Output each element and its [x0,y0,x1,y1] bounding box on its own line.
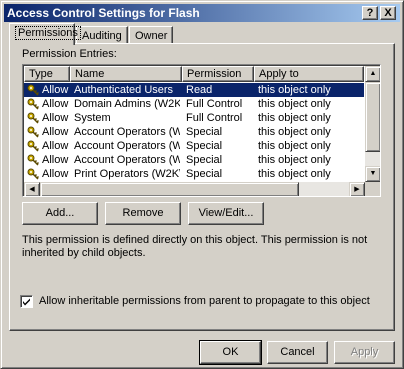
tab-permissions[interactable]: Permissions [9,23,81,45]
permission-entries-list[interactable]: Type Name Permission Apply to Allow Authe… [22,64,381,197]
row-name: System [74,112,111,124]
scroll-down-icon[interactable]: ▼ [365,166,380,182]
apply-button: Apply [334,341,395,364]
access-control-dialog: Access Control Settings for Flash ? X Pe… [0,0,404,369]
add-button[interactable]: Add... [22,202,98,225]
tab-permissions-label: Permissions [15,26,81,40]
column-header-name[interactable]: Name [70,66,182,82]
scroll-up-icon[interactable]: ▲ [365,66,380,82]
table-row[interactable]: Allow Domain Admins (W2K\... Full Control t… [24,97,364,111]
row-type: Allow [42,112,69,124]
table-row[interactable]: Allow Account Operators (W2... Special this… [24,139,364,153]
row-type: Allow [42,126,69,138]
row-permission: Special [186,168,223,180]
key-icon [27,140,39,152]
vertical-scroll-thumb[interactable] [365,82,380,152]
add-button-label: Add... [45,207,75,219]
row-type: Allow [42,98,69,110]
remove-button[interactable]: Remove [105,202,181,225]
row-apply-to: this object only [258,126,331,138]
row-permission: Special [186,140,223,152]
inherit-checkbox-label[interactable]: Allow inheritable permissions from paren… [39,295,370,307]
row-permission: Full Control [186,98,243,110]
row-name: Authenticated Users [74,84,174,96]
tab-owner-label: Owner [135,30,168,42]
table-row[interactable]: Allow Account Operators (W2... Special this… [24,125,364,139]
key-icon [27,154,39,166]
table-row[interactable]: Allow Print Operators (W2K\P... Special thi… [24,167,364,181]
row-apply-to: this object only [258,98,331,110]
help-button[interactable]: ? [362,6,378,20]
key-icon [27,98,39,110]
key-icon [27,126,39,138]
row-apply-to: this object only [258,84,331,96]
row-permission: Read [186,84,213,96]
key-icon [27,84,39,96]
row-name: Account Operators (W2... [74,154,180,166]
column-header-type[interactable]: Type [24,66,70,82]
permission-description: This permission is defined directly on t… [22,234,368,259]
row-apply-to: this object only [258,154,331,166]
close-button[interactable]: X [380,6,396,20]
row-type: Allow [42,140,69,152]
checkmark-icon [23,298,30,306]
row-apply-to: this object only [258,112,331,124]
window-title: Access Control Settings for Flash [7,6,200,20]
view-edit-button-label: View/Edit... [198,207,254,219]
title-bar[interactable]: Access Control Settings for Flash ? X [4,4,400,22]
apply-button-label: Apply [350,346,379,358]
cancel-button-label: Cancel [280,346,315,358]
row-name: Domain Admins (W2K\... [74,98,180,110]
row-type: Allow [42,168,69,180]
view-edit-button[interactable]: View/Edit... [188,202,264,225]
cancel-button[interactable]: Cancel [267,341,328,364]
table-row[interactable]: Allow Authenticated Users Read this object … [24,83,364,97]
row-apply-to: this object only [258,140,331,152]
tab-auditing-label: Auditing [82,30,122,42]
remove-button-label: Remove [122,207,164,219]
row-permission: Full Control [186,112,243,124]
row-permission: Special [186,126,223,138]
column-header-permission[interactable]: Permission [182,66,254,82]
permission-entries-label: Permission Entries: [22,48,117,60]
table-row[interactable]: Allow Account Operators (W2... Special this… [24,153,364,167]
horizontal-scroll-thumb[interactable] [40,182,299,196]
row-name: Account Operators (W2... [74,140,180,152]
list-header: Type Name Permission Apply to [24,66,364,82]
row-name: Print Operators (W2K\P... [74,168,180,180]
ok-button-label: OK [222,346,239,358]
scrollbar-corner [365,182,380,196]
key-icon [27,112,39,124]
vertical-scrollbar[interactable]: ▲ ▼ [365,66,380,182]
permissions-panel: Permission Entries: Type Name Permission… [9,43,395,331]
ok-button[interactable]: OK [199,340,262,365]
row-name: Account Operators (W2... [74,126,180,138]
horizontal-scrollbar[interactable]: ◀ ▶ [24,182,365,196]
row-type: Allow [42,154,69,166]
inherit-checkbox[interactable] [20,295,33,308]
row-type: Allow [42,84,69,96]
row-permission: Special [186,154,223,166]
column-header-apply-to[interactable]: Apply to [254,66,364,82]
row-apply-to: this object only [258,168,331,180]
scroll-right-icon[interactable]: ▶ [349,182,365,196]
table-row[interactable]: Allow System Full Control this object only [24,111,364,125]
key-icon [27,168,39,180]
scroll-left-icon[interactable]: ◀ [24,182,40,196]
